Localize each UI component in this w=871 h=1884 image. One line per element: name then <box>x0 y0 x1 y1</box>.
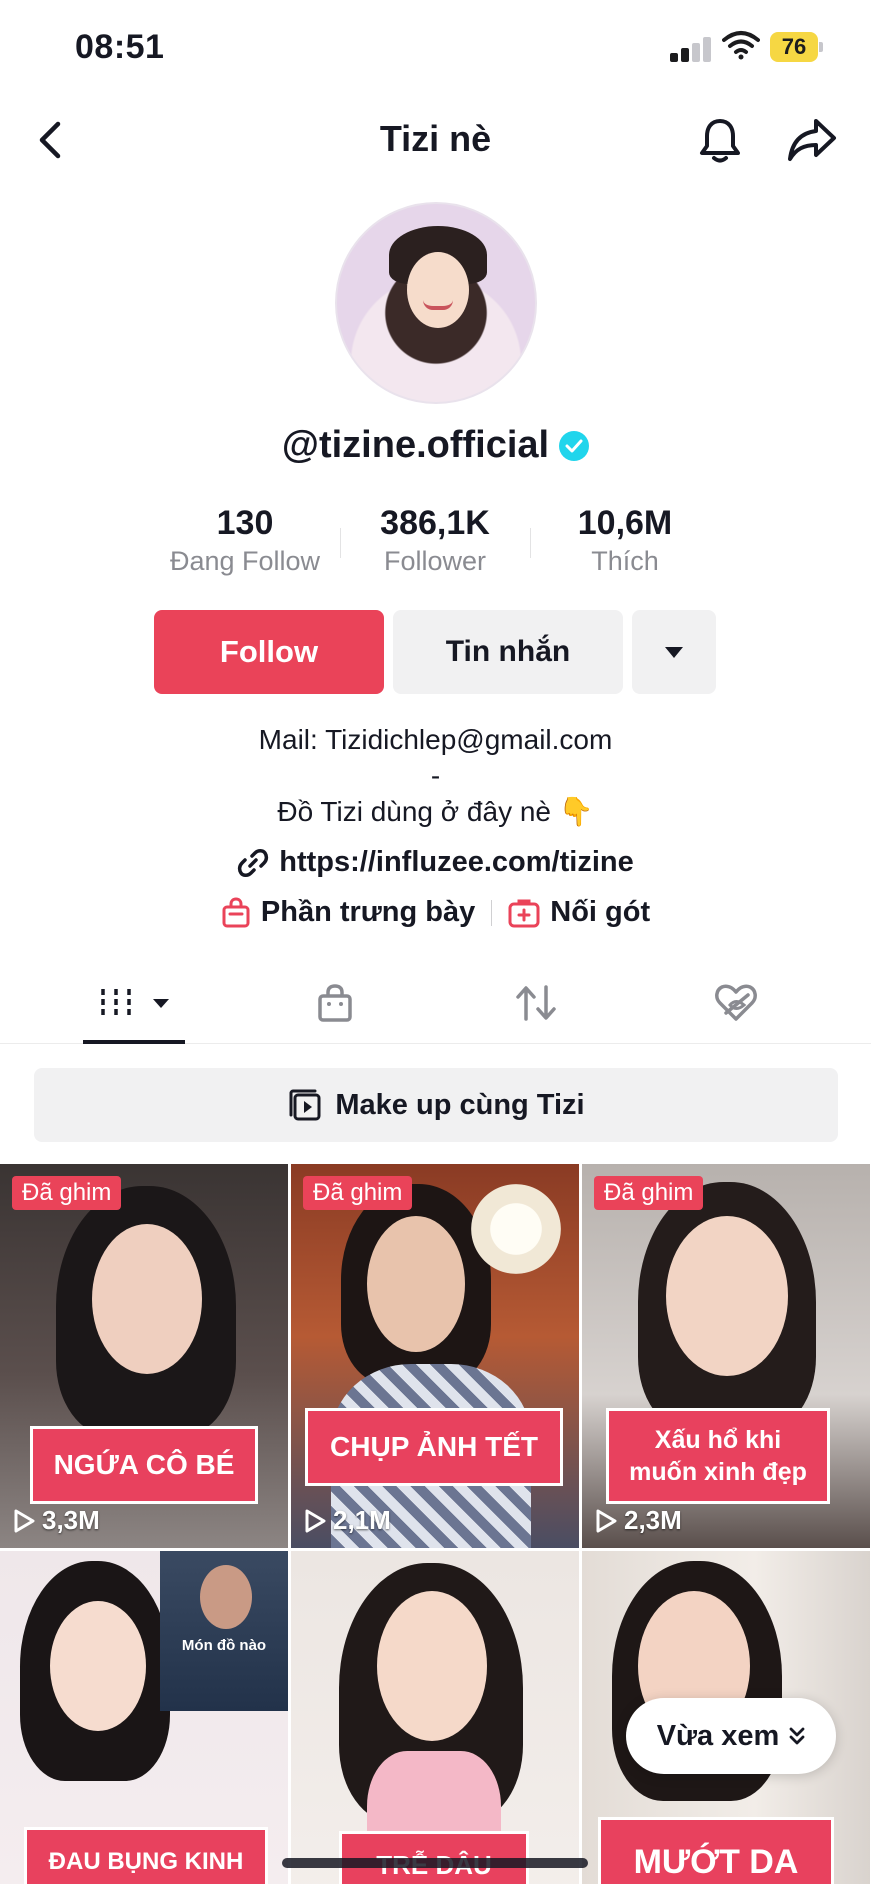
chevron-down-icon <box>153 999 169 1008</box>
video-caption: MƯỚT DA <box>598 1817 834 1884</box>
bell-icon <box>700 119 740 163</box>
home-indicator <box>282 1858 588 1868</box>
bio: Mail: Tizidichlep@gmail.com - Đồ Tizi dù… <box>0 722 871 830</box>
share-icon <box>788 119 836 161</box>
notification-button[interactable] <box>694 114 746 166</box>
battery-level: 76 <box>781 34 807 59</box>
gift-icon <box>508 899 540 927</box>
status-time: 08:51 <box>75 28 165 66</box>
play-count-value: 3,3M <box>42 1505 100 1535</box>
tab-videos[interactable] <box>83 962 185 1044</box>
wifi-icon <box>722 30 760 60</box>
video-grid: Đã ghim NGỨA CÔ BÉ 3,3M Đã ghim CHỤP ẢNH… <box>0 1164 871 1884</box>
link-icon <box>238 848 269 877</box>
verified-icon <box>559 430 590 461</box>
video-caption: Xấu hổ khi muốn xinh đẹp <box>606 1408 830 1504</box>
video-caption: NGỨA CÔ BÉ <box>30 1426 258 1504</box>
recently-viewed-label: Vừa xem <box>656 1719 780 1752</box>
play-count: 2,3M <box>594 1505 682 1536</box>
play-icon <box>596 1509 617 1532</box>
video-thumbnail[interactable]: Đã ghim Xấu hổ khi muốn xinh đẹp 2,3M <box>582 1164 870 1548</box>
tab-liked[interactable] <box>700 962 772 1044</box>
repost-icon <box>516 985 556 1021</box>
message-button[interactable]: Tin nhắn <box>393 610 623 694</box>
video-thumbnail[interactable]: TRỄ DÂU <box>291 1551 579 1884</box>
video-caption: ĐAU BỤNG KINH <box>24 1827 268 1884</box>
video-thumbnail[interactable]: Món đồ nào ĐAU BỤNG KINH <box>0 1551 288 1884</box>
status-bar: 08:51 76 <box>0 0 871 96</box>
stat-value: 386,1K <box>380 504 490 542</box>
pinned-badge: Đã ghim <box>12 1176 122 1210</box>
username-row: @tizine.official <box>0 424 871 467</box>
suggested-accounts-button[interactable] <box>632 610 716 694</box>
bio-line: - <box>430 760 441 791</box>
play-count-value: 2,1M <box>333 1505 391 1535</box>
grid-icon <box>101 989 131 1017</box>
bio-line: Đồ Tizi dùng ở đây nè 👇 <box>277 796 594 827</box>
video-thumbnail[interactable]: Đã ghim CHỤP ẢNH TẾT 2,1M <box>291 1164 579 1548</box>
tab-reposts[interactable] <box>500 962 572 1044</box>
stat-following[interactable]: 130 Đang Follow <box>150 502 340 586</box>
stat-followers[interactable]: 386,1K Follower <box>340 502 530 586</box>
stat-likes[interactable]: 10,6M Thích <box>530 502 720 586</box>
avatar[interactable] <box>335 202 537 404</box>
profile-stats: 130 Đang Follow 386,1K Follower 10,6M Th… <box>150 502 722 586</box>
liked-hidden-icon <box>715 984 757 1021</box>
play-count-value: 2,3M <box>624 1505 682 1535</box>
stat-label: Đang Follow <box>169 546 321 576</box>
pinned-badge: Đã ghim <box>303 1176 413 1210</box>
profile-extras: Phần trưng bày Nối gót <box>0 896 871 929</box>
play-count: 3,3M <box>12 1505 100 1536</box>
battery-icon: 76 <box>770 32 824 62</box>
signal-icon <box>670 36 714 62</box>
inset-video: Món đồ nào <box>160 1551 288 1711</box>
shop-tab-icon <box>318 984 352 1022</box>
bio-line: Mail: Tizidichlep@gmail.com <box>258 724 613 755</box>
profile-header: Tizi nè <box>0 100 871 180</box>
follow-along-label: Nối gót <box>550 896 651 928</box>
bag-icon <box>222 896 250 927</box>
follow-along-button[interactable]: Nối gót <box>508 896 650 929</box>
stat-label: Follower <box>383 546 487 576</box>
playlist-button[interactable]: Make up cùng Tizi <box>34 1068 838 1142</box>
stat-value: 10,6M <box>577 504 673 542</box>
share-button[interactable] <box>784 114 840 166</box>
play-icon <box>14 1509 35 1532</box>
double-chevron-icon <box>789 1727 805 1745</box>
bio-link[interactable]: https://influzee.com/tizine <box>0 846 871 879</box>
playlist-icon <box>289 1089 321 1121</box>
link-text: https://influzee.com/tizine <box>279 846 634 878</box>
chevron-down-icon <box>665 647 683 658</box>
tab-shop[interactable] <box>300 962 370 1044</box>
recently-viewed-button[interactable]: Vừa xem <box>626 1698 836 1774</box>
pinned-badge: Đã ghim <box>594 1176 704 1210</box>
inset-caption: Món đồ nào <box>181 1637 267 1654</box>
playlist-label: Make up cùng Tizi <box>335 1088 585 1121</box>
video-caption: CHỤP ẢNH TẾT <box>305 1408 563 1486</box>
follow-button[interactable]: Follow <box>154 610 384 694</box>
profile-actions: Follow Tin nhắn <box>154 610 716 694</box>
username: @tizine.official <box>281 424 550 466</box>
play-icon <box>305 1509 326 1532</box>
active-tab-indicator <box>83 1040 185 1044</box>
stat-label: Thích <box>591 546 659 576</box>
stat-value: 130 <box>216 504 274 542</box>
play-count: 2,1M <box>303 1505 391 1536</box>
video-thumbnail[interactable]: Đã ghim NGỨA CÔ BÉ 3,3M <box>0 1164 288 1548</box>
showcase-label: Phần trưng bày <box>260 896 476 928</box>
content-tabs <box>0 962 871 1044</box>
showcase-button[interactable]: Phần trưng bày <box>221 896 475 929</box>
